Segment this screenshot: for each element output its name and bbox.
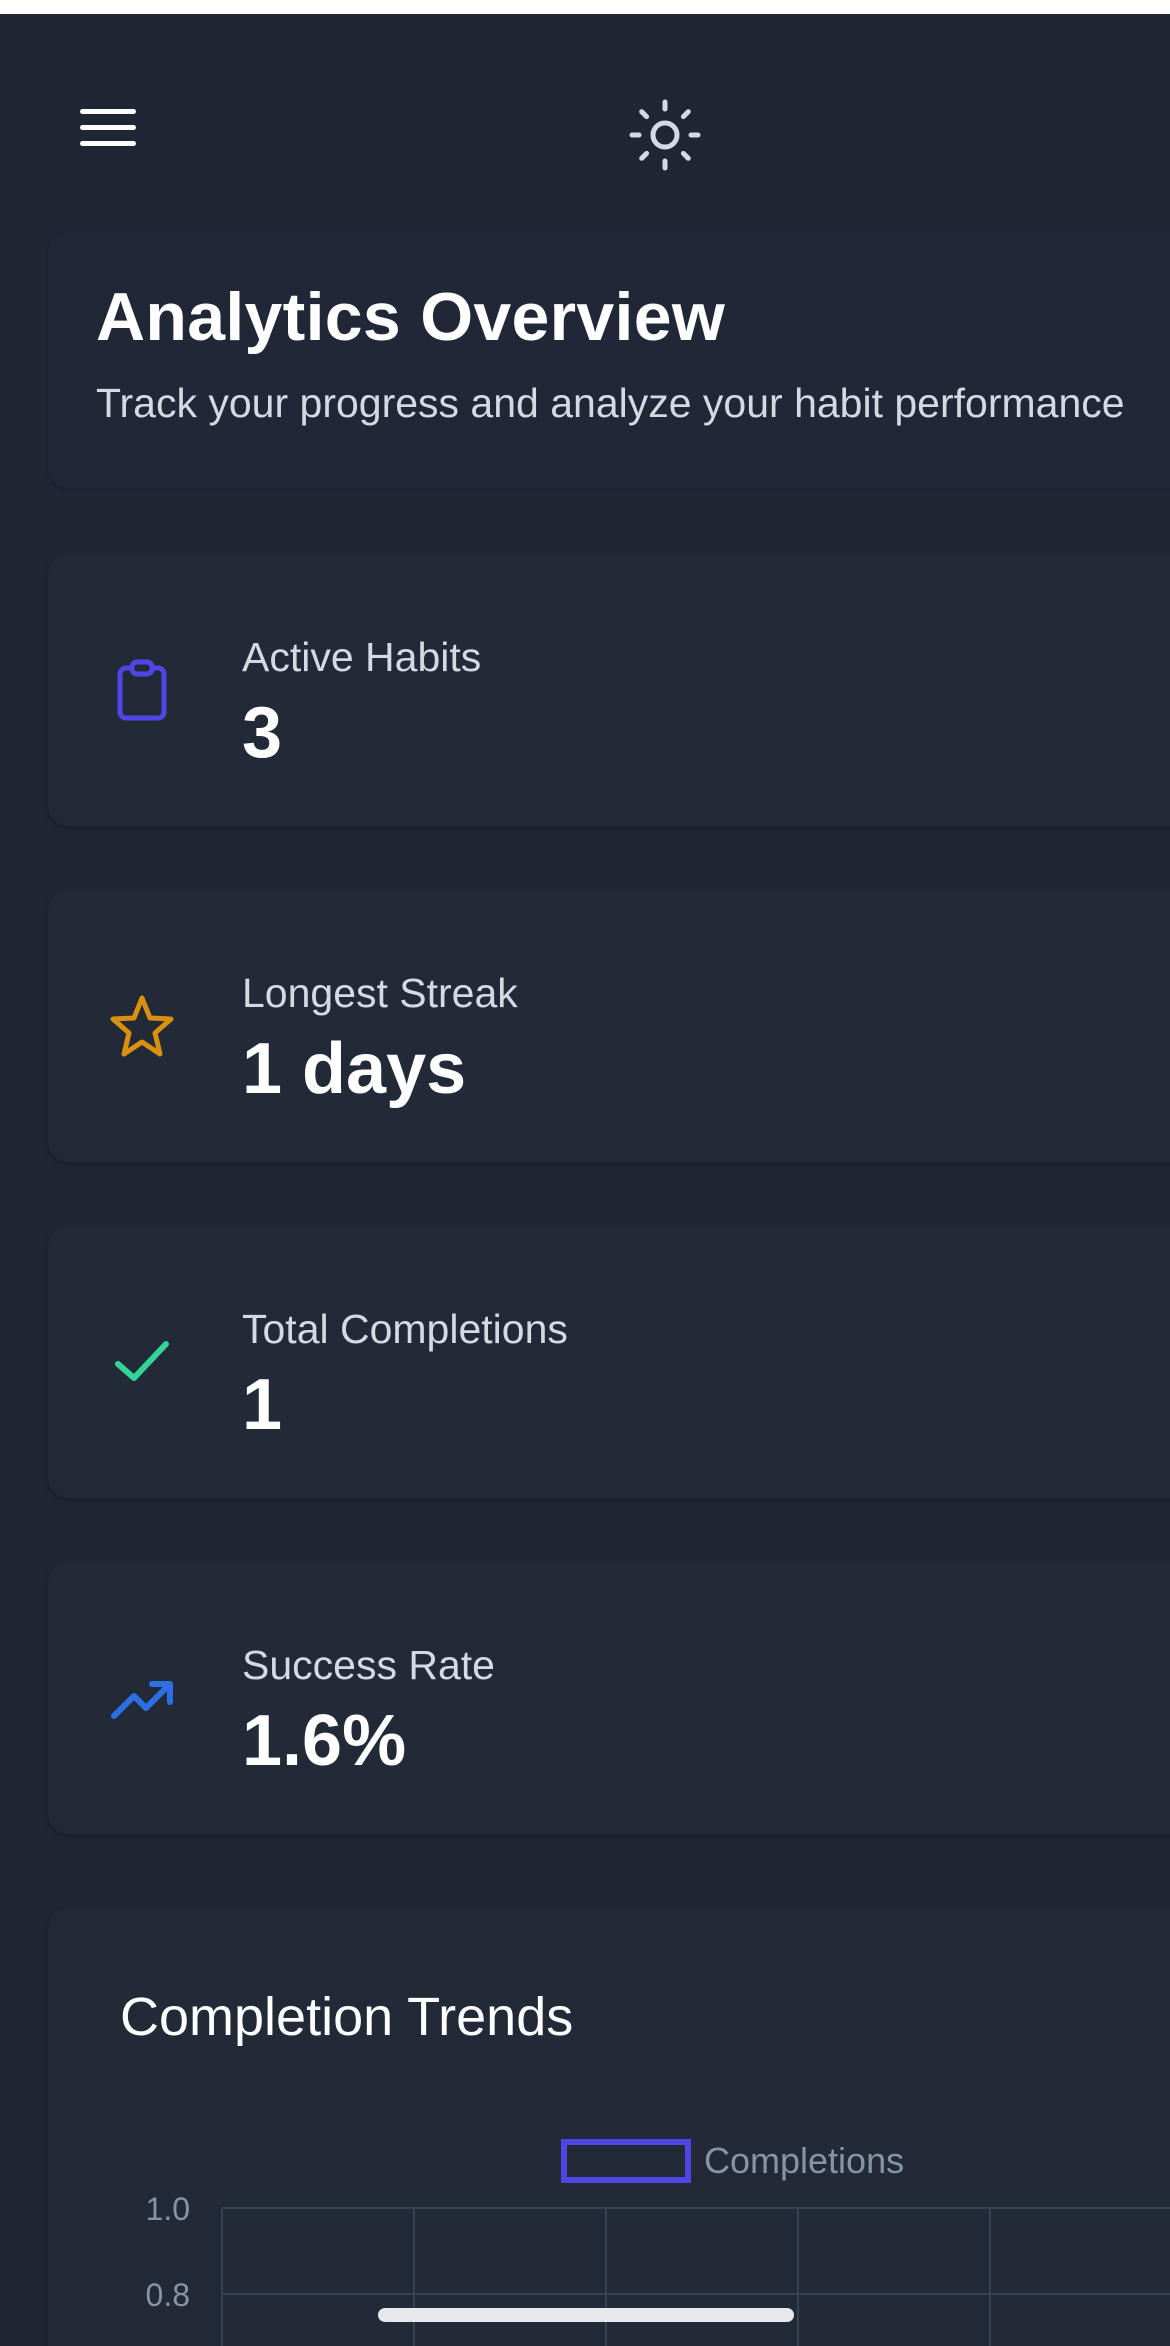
page-subtitle: Track your progress and analyze your hab… (96, 380, 1125, 426)
y-tick-label: 0.8 (146, 2277, 190, 2313)
stat-value: 3 (242, 693, 283, 773)
completion-trends-chart: Completions 1.0 0.8 (146, 2139, 1170, 2346)
clipboard-icon (110, 658, 174, 722)
stat-label: Longest Streak (242, 970, 518, 1016)
check-icon (110, 1330, 174, 1394)
app-header (0, 14, 1170, 234)
stat-value: 1.6% (242, 1701, 407, 1781)
stat-card-longest-streak: Longest Streak 1 days (48, 890, 1170, 1162)
home-indicator (378, 2308, 794, 2322)
stat-label: Success Rate (242, 1642, 495, 1688)
legend-label: Completions (704, 2140, 904, 2181)
analytics-screen: Analytics Overview Track your progress a… (0, 14, 1170, 2346)
stat-label: Total Completions (242, 1306, 568, 1352)
stat-card-success-rate: Success Rate 1.6% (48, 1562, 1170, 1834)
stat-value: 1 (242, 1365, 283, 1445)
hamburger-menu-icon[interactable] (64, 92, 152, 162)
legend-swatch (561, 2139, 691, 2183)
stat-card-total-completions: Total Completions 1 (48, 1226, 1170, 1498)
y-tick-label: 1.0 (146, 2191, 190, 2227)
star-icon (110, 994, 174, 1058)
top-edge (0, 0, 1170, 14)
stat-value: 1 days (242, 1029, 467, 1109)
page-title: Analytics Overview (96, 279, 726, 355)
completion-trends-card: Completion Trends Completions 1.0 0.8 (48, 1908, 1170, 2346)
sun-icon[interactable] (626, 96, 704, 174)
stat-card-active-habits: Active Habits 3 (48, 554, 1170, 826)
stat-label: Active Habits (242, 634, 482, 680)
trending-up-icon (110, 1666, 174, 1730)
overview-header-card: Analytics Overview Track your progress a… (48, 232, 1170, 488)
